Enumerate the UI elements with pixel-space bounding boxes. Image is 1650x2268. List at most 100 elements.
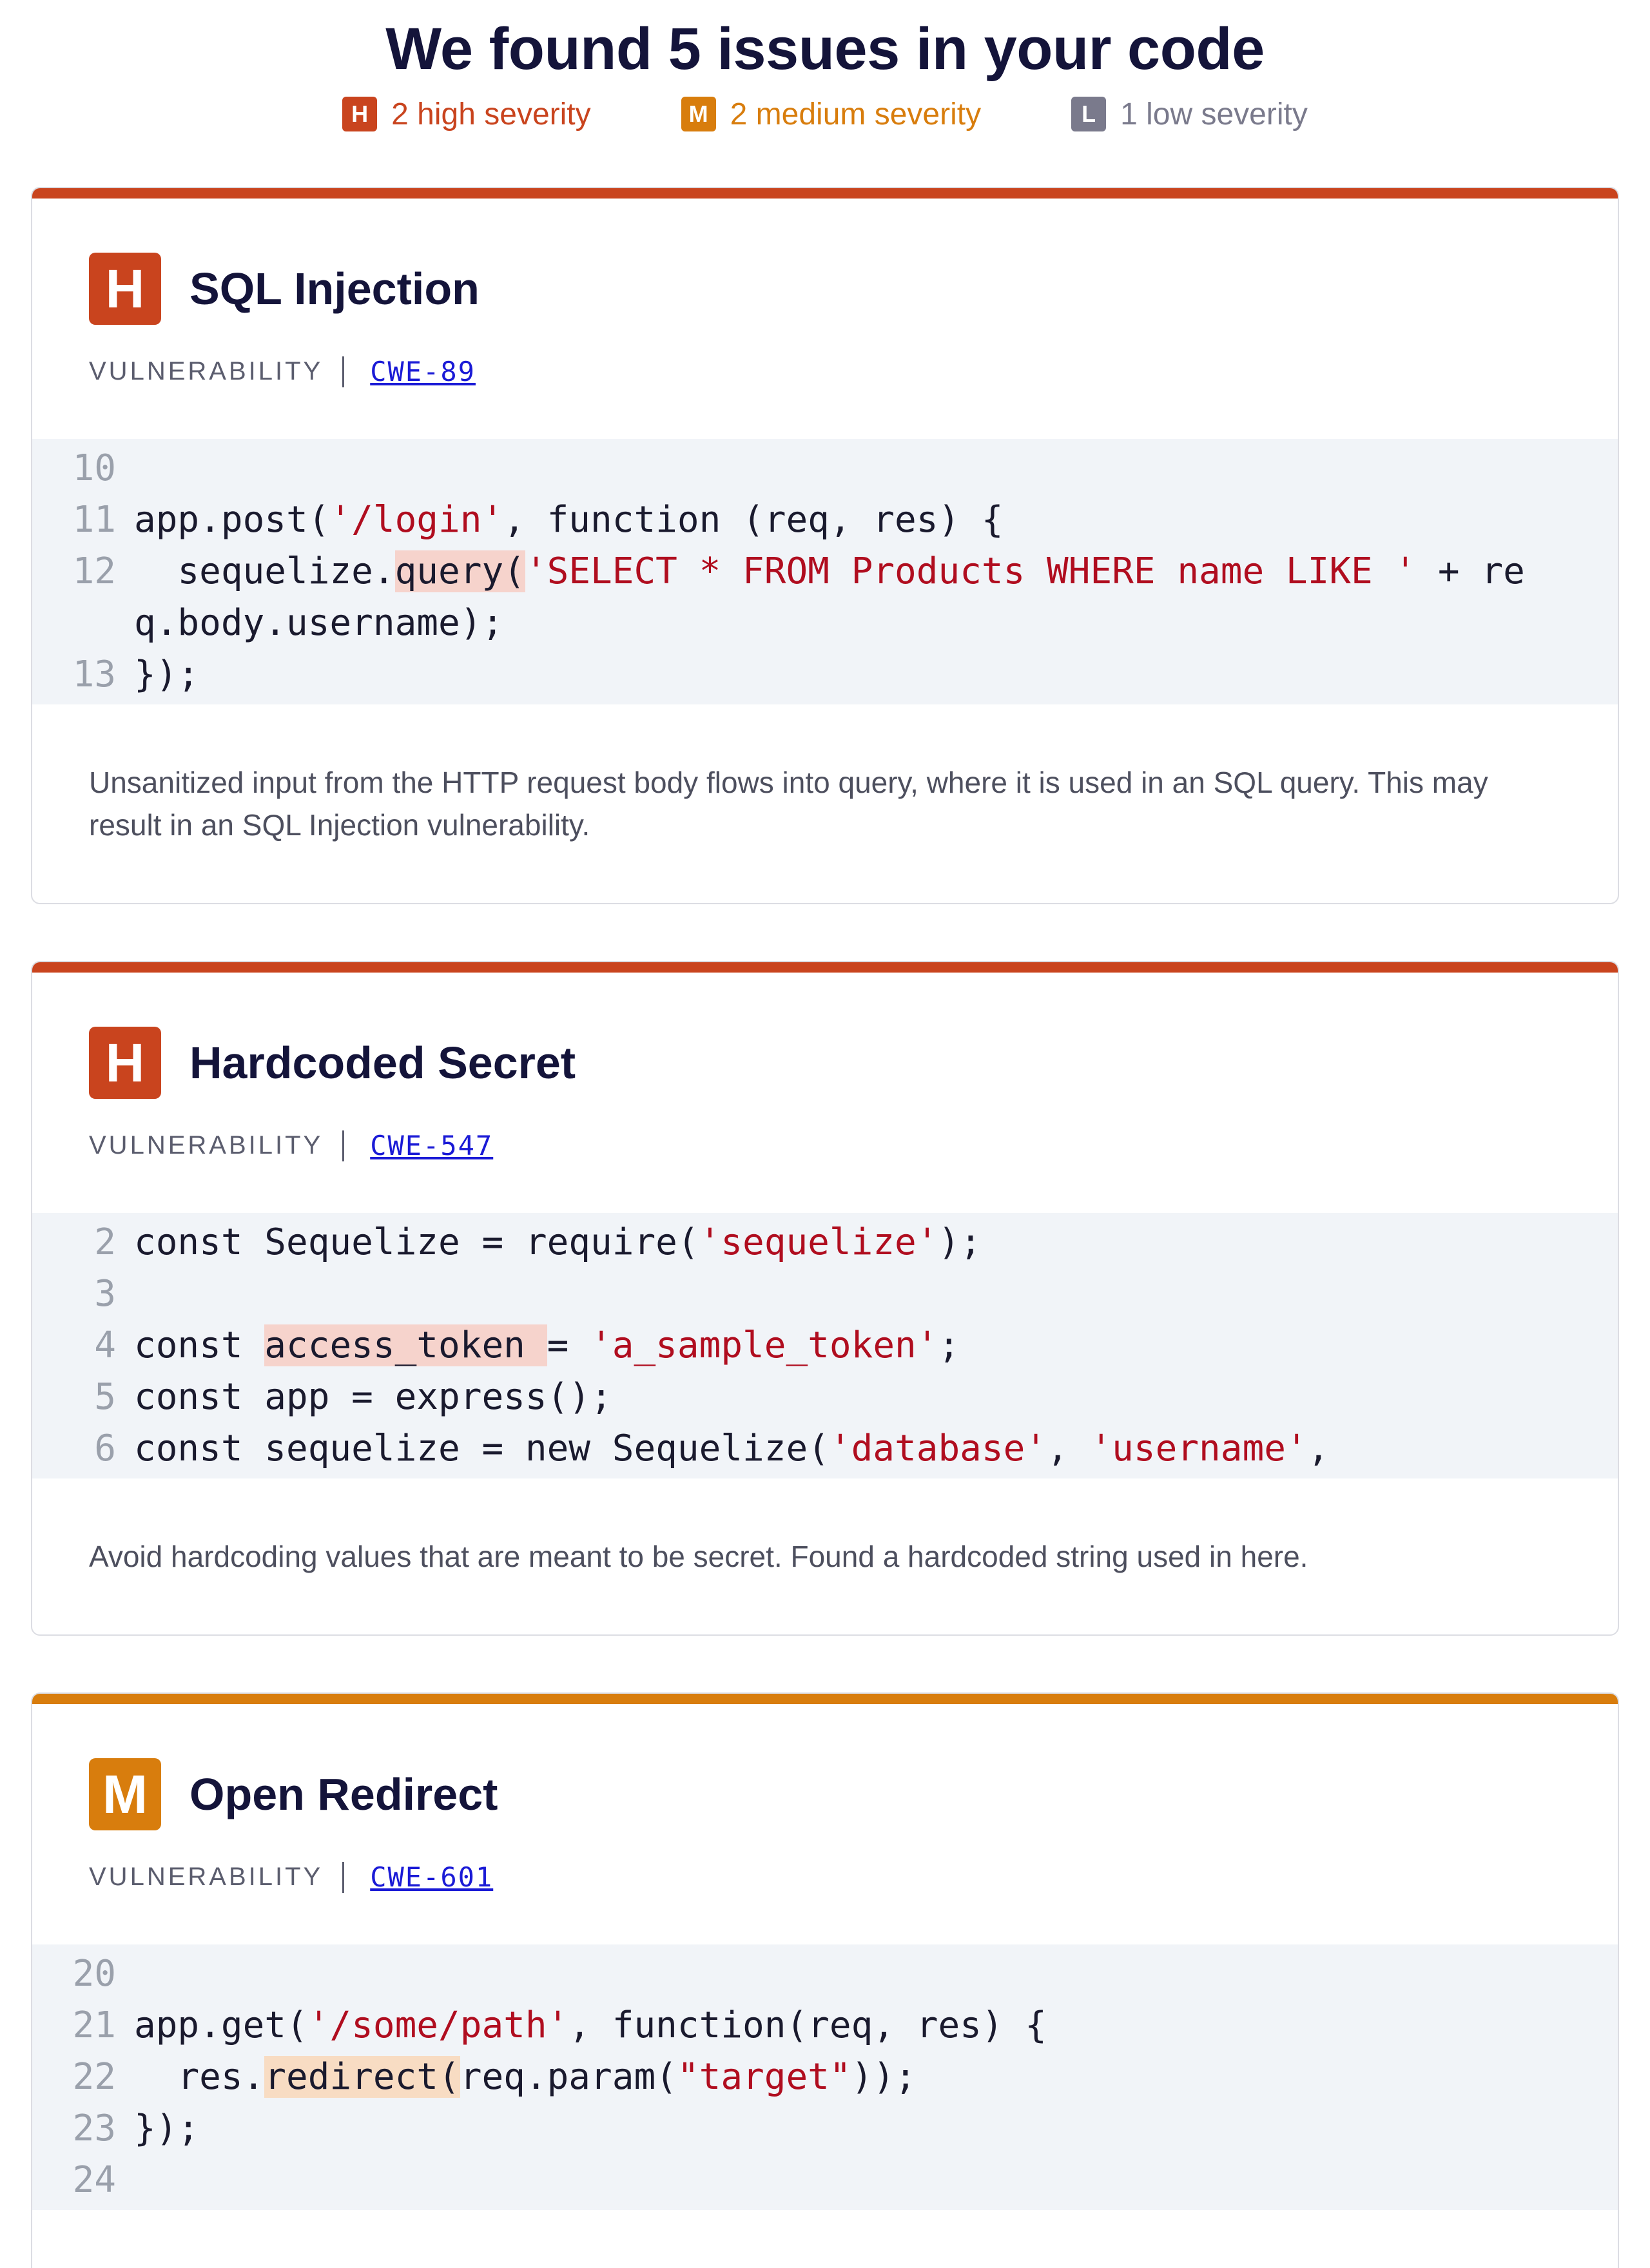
- cwe-link[interactable]: CWE-547: [370, 1130, 493, 1161]
- code-string: 'SELECT * FROM Products WHERE name LIKE …: [525, 550, 1417, 592]
- issue-type: VULNERABILITY: [89, 357, 324, 385]
- issue-card-open-redirect: M Open Redirect VULNERABILITY CWE-601 20…: [31, 1692, 1619, 2268]
- code-text: const sequelize = new Sequelize('databas…: [134, 1423, 1618, 1475]
- line-number: 22: [72, 2056, 116, 2098]
- highlighted-token: access_token: [264, 1324, 547, 1366]
- issue-list: H SQL Injection VULNERABILITY CWE-89 10 …: [31, 187, 1619, 2268]
- code-string: "target": [677, 2056, 851, 2098]
- code-snippet: 20 21 app.get('/some/path', function(req,…: [32, 1944, 1618, 2210]
- code-line: 5 const app = express();: [32, 1371, 1618, 1423]
- code-line: 6 const sequelize = new Sequelize('databa…: [32, 1423, 1618, 1475]
- code-line: 13});: [32, 649, 1618, 701]
- code-token: ,: [1307, 1428, 1330, 1469]
- issue-title: Open Redirect: [189, 1769, 498, 1819]
- line-number: 21: [72, 2004, 116, 2046]
- code-token: const: [134, 1324, 265, 1366]
- code-string: 'sequelize': [699, 1221, 938, 1263]
- code-token: res.: [134, 2056, 265, 2098]
- high-severity-icon: H: [89, 1027, 161, 1099]
- code-text: app.post('/login', function (req, res) {: [134, 494, 1618, 546]
- severity-summary: H 2 high severity M 2 medium severity L …: [0, 97, 1650, 132]
- code-line: 11 app.post('/login', function (req, res)…: [32, 494, 1618, 546]
- summary-low: L 1 low severity: [1071, 97, 1308, 132]
- line-number: 3: [94, 1273, 116, 1315]
- summary-high-label: 2 high severity: [391, 97, 591, 131]
- code-token: const sequelize = new Sequelize(: [134, 1428, 830, 1469]
- divider: [342, 1861, 345, 1893]
- summary-medium-label: 2 medium severity: [730, 97, 982, 131]
- code-text: app.get('/some/path', function(req, res)…: [134, 2000, 1618, 2051]
- severity-accent-bar: [32, 962, 1618, 973]
- code-token: ));: [851, 2056, 917, 2098]
- line-number: 11: [72, 499, 116, 541]
- code-text: sequelize.query('SELECT * FROM Products …: [134, 546, 1618, 649]
- code-snippet: 2 const Sequelize = require('sequelize');…: [32, 1213, 1618, 1478]
- summary-low-label: 1 low severity: [1120, 97, 1308, 131]
- code-token: const Sequelize = require(: [134, 1221, 699, 1263]
- line-number: 4: [94, 1324, 116, 1366]
- issue-card-hardcoded-secret: H Hardcoded Secret VULNERABILITY CWE-547…: [31, 961, 1619, 1636]
- summary-medium: M 2 medium severity: [681, 97, 981, 132]
- code-line: 24: [32, 2155, 1618, 2206]
- issue-title: Hardcoded Secret: [189, 1038, 576, 1088]
- issue-description: Avoid hardcoding values that are meant t…: [89, 1540, 1308, 1573]
- severity-accent-bar: [32, 1694, 1618, 1704]
- code-string: 'database': [829, 1428, 1047, 1469]
- medium-severity-icon: M: [681, 97, 716, 132]
- code-token: =: [547, 1324, 591, 1366]
- code-token: });: [134, 654, 200, 695]
- code-token: , function(req, res) {: [568, 2004, 1047, 2046]
- issue-type: VULNERABILITY: [89, 1131, 324, 1159]
- cwe-link[interactable]: CWE-89: [370, 356, 476, 387]
- code-text: });: [134, 649, 1618, 701]
- severity-accent-bar: [32, 188, 1618, 199]
- report-header: We found 5 issues in your code H 2 high …: [0, 0, 1650, 132]
- line-number: 23: [72, 2108, 116, 2149]
- code-token: ,: [1047, 1428, 1091, 1469]
- code-token: , function (req, res) {: [503, 499, 1004, 541]
- code-token: ;: [938, 1324, 960, 1366]
- line-number: 10: [72, 447, 116, 489]
- code-line: 12 sequelize.query('SELECT * FROM Produc…: [32, 546, 1618, 649]
- medium-severity-icon: M: [89, 1758, 161, 1830]
- code-text: const app = express();: [134, 1371, 1618, 1423]
- highlighted-token: redirect(: [264, 2056, 460, 2098]
- issue-title: SQL Injection: [189, 264, 480, 314]
- code-string: '/login': [329, 499, 504, 541]
- line-number: 20: [72, 1953, 116, 1995]
- line-number: 6: [94, 1428, 116, 1469]
- line-number: 13: [72, 654, 116, 695]
- code-token: const app = express();: [134, 1376, 612, 1418]
- code-text: const Sequelize = require('sequelize');: [134, 1217, 1618, 1268]
- highlighted-token: query(: [394, 550, 525, 592]
- code-snippet: 10 11 app.post('/login', function (req, r…: [32, 439, 1618, 704]
- code-line: 20: [32, 1948, 1618, 2000]
- code-line: 4 const access_token = 'a_sample_token';: [32, 1320, 1618, 1371]
- code-token: sequelize.: [134, 550, 395, 592]
- issue-type: VULNERABILITY: [89, 1863, 324, 1891]
- code-token: req.param(: [460, 2056, 677, 2098]
- code-token: app.post(: [134, 499, 330, 541]
- high-severity-icon: H: [342, 97, 378, 132]
- page-title: We found 5 issues in your code: [385, 16, 1265, 82]
- code-line: 3: [32, 1268, 1618, 1320]
- code-token: );: [938, 1221, 982, 1263]
- code-text: res.redirect(req.param("target"));: [134, 2051, 1618, 2103]
- code-string: 'username': [1090, 1428, 1308, 1469]
- code-string: '/some/path': [307, 2004, 569, 2046]
- code-line: 23});: [32, 2103, 1618, 2155]
- code-line: 10: [32, 443, 1618, 494]
- line-number: 12: [72, 550, 116, 592]
- issue-description: Unsanitized input from the HTTP request …: [89, 766, 1488, 842]
- high-severity-icon: H: [89, 253, 161, 325]
- code-token: app.get(: [134, 2004, 308, 2046]
- cwe-link[interactable]: CWE-601: [370, 1861, 493, 1893]
- summary-high: H 2 high severity: [342, 97, 591, 132]
- line-number: 5: [94, 1376, 116, 1418]
- code-line: 21 app.get('/some/path', function(req, re…: [32, 2000, 1618, 2051]
- divider: [342, 1130, 345, 1161]
